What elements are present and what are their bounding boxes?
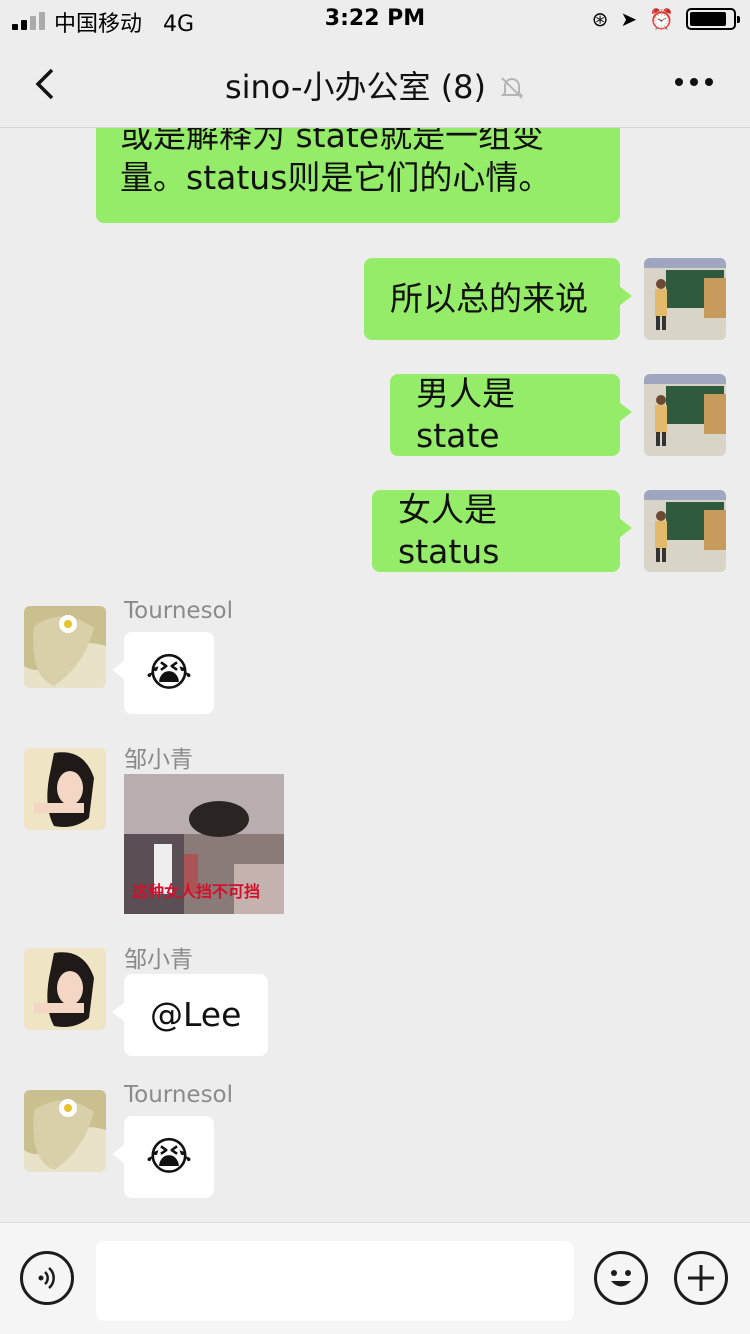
message-bubble[interactable]: 所以总的来说 — [364, 258, 632, 340]
avatar-tournesol[interactable] — [24, 1090, 106, 1172]
location-icon: ➤ — [620, 7, 638, 31]
avatar-tournesol[interactable] — [24, 606, 106, 688]
message-bubble[interactable]: @Lee — [112, 974, 268, 1056]
message-list[interactable]: 或是解释为 state就是一组变量。status则是它们的心情。 所以总的来说 … — [0, 128, 750, 1222]
message-bubble[interactable]: 或是解释为 state就是一组变量。status则是它们的心情。 — [96, 128, 620, 223]
avatar-self[interactable] — [644, 258, 726, 340]
crying-laughing-emoji: 😭 — [145, 650, 193, 696]
sender-name: Tournesol — [124, 598, 234, 624]
message-input[interactable] — [96, 1241, 574, 1321]
avatar-zouxiaoqing[interactable] — [24, 748, 106, 830]
mute-bell-icon — [492, 76, 525, 104]
message-bubble[interactable]: 女人是status — [372, 490, 632, 572]
crying-laughing-emoji: 😭 — [145, 1134, 193, 1180]
message-bubble[interactable]: 男人是state — [390, 374, 632, 456]
avatar-self[interactable] — [644, 374, 726, 456]
more-options-icon[interactable] — [674, 62, 714, 111]
nav-bar: sino-小办公室 (8) — [0, 40, 750, 128]
sender-name: 邹小青 — [124, 747, 193, 773]
status-bar: 中国移动 4G 3:22 PM ⊛ ➤ ⏰ — [0, 0, 750, 40]
orientation-lock-icon: ⊛ — [591, 7, 609, 31]
avatar-self[interactable] — [644, 490, 726, 572]
chat-title: sino-小办公室 (8) — [224, 68, 487, 106]
sender-name: 邹小青 — [124, 947, 193, 973]
alarm-icon: ⏰ — [649, 7, 674, 31]
plus-icon[interactable] — [674, 1251, 728, 1305]
avatar-zouxiaoqing[interactable] — [24, 948, 106, 1030]
battery-icon — [686, 8, 740, 30]
voice-icon[interactable] — [20, 1251, 74, 1305]
sender-name: Tournesol — [124, 1082, 234, 1108]
sticker-caption: 这种女人挡不可挡 — [132, 882, 261, 901]
sticker-image[interactable]: 这种女人挡不可挡 — [124, 774, 284, 914]
input-bar — [0, 1222, 750, 1334]
message-bubble[interactable]: 😭 — [112, 1116, 214, 1198]
smiley-icon[interactable] — [594, 1251, 648, 1305]
message-bubble[interactable]: 😭 — [112, 632, 214, 714]
